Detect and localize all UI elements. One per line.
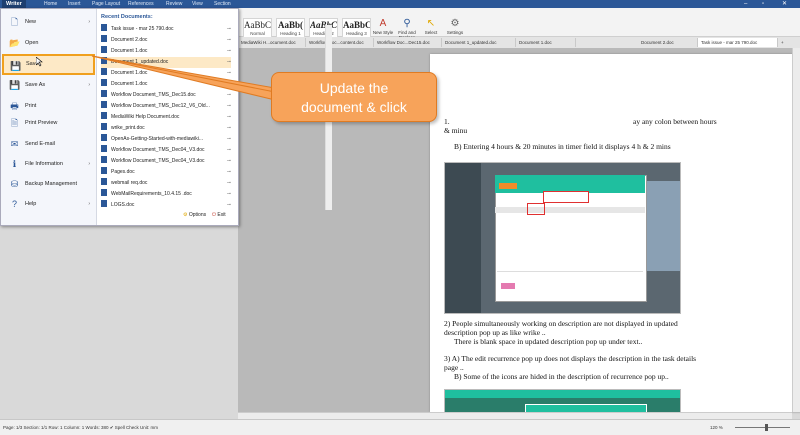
callout-pointer — [91, 55, 276, 101]
callout-line — [91, 55, 276, 93]
mouse-cursor-icon — [36, 57, 43, 67]
callout-line-1: Update the — [319, 80, 389, 96]
annotation-callout: Update the document & click — [271, 72, 437, 122]
callout-line-2: document & click — [301, 99, 407, 115]
callout-tail — [91, 55, 276, 101]
